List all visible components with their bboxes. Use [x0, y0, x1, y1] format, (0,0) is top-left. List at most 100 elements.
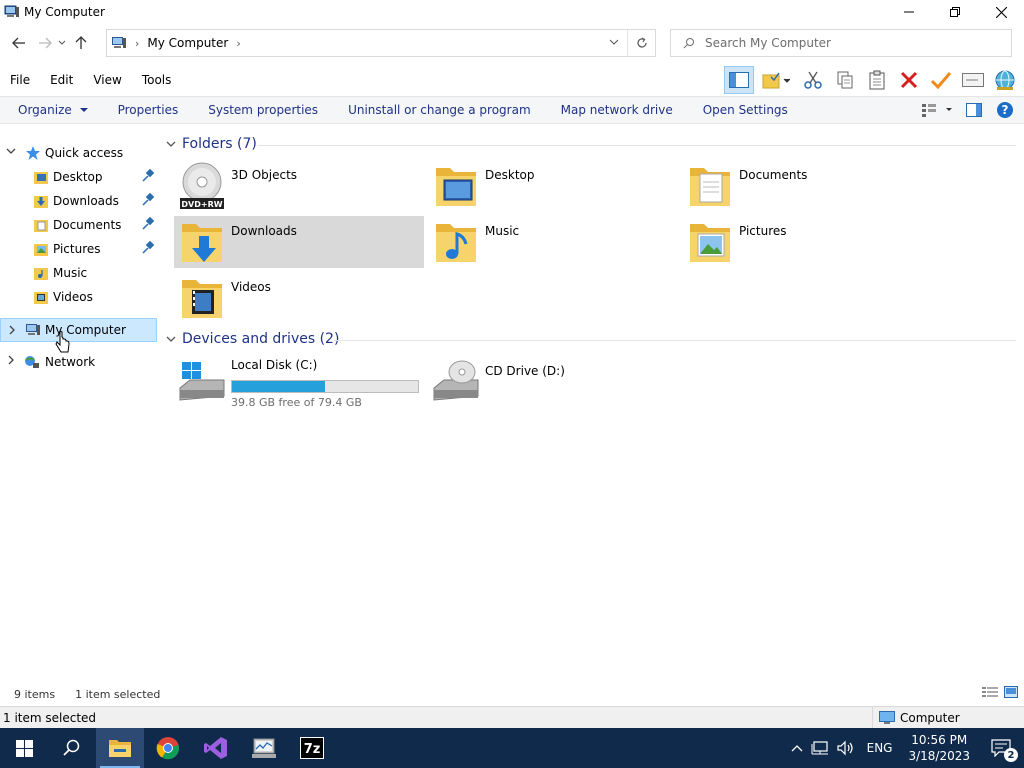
clock[interactable]: 10:56 PM 3/18/2023	[900, 728, 978, 768]
breadcrumb-separator-icon[interactable]: ›	[236, 37, 240, 50]
search-box[interactable]: Search My Computer	[670, 29, 1012, 57]
preview-pane-icon	[966, 103, 982, 117]
properties-button[interactable]: Properties	[103, 103, 194, 117]
taskbar: 7z ENG 10:56 PM 3/18/2023 2	[0, 728, 1024, 768]
folder-3d-objects[interactable]: DVD+RW 3D Objects	[174, 160, 424, 212]
file-explorer-taskbar-button[interactable]	[96, 728, 144, 768]
large-icons-view-button[interactable]	[1004, 686, 1018, 701]
nav-item-music[interactable]: Music	[0, 261, 157, 285]
nav-item-documents[interactable]: Documents	[0, 213, 157, 237]
delete-button[interactable]	[894, 66, 924, 94]
apply-button[interactable]	[926, 66, 956, 94]
details-view-button[interactable]	[982, 686, 998, 701]
visual-studio-taskbar-button[interactable]	[192, 728, 240, 768]
change-view-button[interactable]	[922, 103, 952, 120]
system-properties-button[interactable]: System properties	[193, 103, 333, 117]
copy-button[interactable]	[830, 66, 860, 94]
action-center-button[interactable]: 2	[978, 728, 1024, 768]
chrome-taskbar-button[interactable]	[144, 728, 192, 768]
navigation-pane-toggle[interactable]	[724, 66, 754, 94]
folder-label: 3D Objects	[231, 168, 298, 182]
notification-count-badge: 2	[1004, 748, 1018, 762]
folder-music[interactable]: Music	[428, 216, 678, 268]
input-language-button[interactable]: ENG	[859, 728, 901, 768]
devices-group-header[interactable]: Devices and drives (2)	[166, 328, 339, 350]
chevron-right-icon[interactable]	[7, 325, 17, 335]
window-title: My Computer	[24, 5, 105, 19]
nav-my-computer[interactable]: My Computer	[0, 318, 157, 342]
music-folder-icon	[34, 268, 48, 280]
nav-item-label: Downloads	[53, 194, 119, 208]
uninstall-program-button[interactable]: Uninstall or change a program	[333, 103, 546, 117]
address-bar[interactable]: › My Computer ›	[106, 29, 656, 57]
nav-network[interactable]: Network	[0, 350, 157, 374]
drive-local-disk-c[interactable]: Local Disk (C:) 39.8 GB free of 79.4 GB	[174, 354, 424, 409]
breadcrumb[interactable]: My Computer	[147, 36, 228, 50]
address-dropdown-icon[interactable]	[609, 36, 619, 50]
back-arrow-icon	[12, 37, 25, 49]
menu-edit[interactable]: Edit	[40, 73, 83, 87]
cut-button[interactable]	[798, 66, 828, 94]
help-button[interactable]: ?	[996, 101, 1014, 122]
folder-downloads[interactable]: Downloads	[174, 216, 424, 268]
hard-drive-icon	[179, 362, 225, 401]
minimize-button[interactable]	[886, 0, 932, 24]
menu-bar: File Edit View Tools	[0, 66, 1024, 94]
downloads-folder-icon	[34, 196, 48, 208]
drive-cd-d[interactable]: CD Drive (D:)	[428, 354, 678, 408]
folders-group-header[interactable]: Folders (7)	[166, 133, 257, 155]
organize-button[interactable]: Organize	[0, 103, 103, 117]
forward-button[interactable]	[34, 32, 56, 54]
status-selection-text: 1 item selected	[3, 710, 97, 725]
up-arrow-icon	[75, 36, 87, 49]
folder-desktop[interactable]: Desktop	[428, 160, 678, 212]
nav-item-videos[interactable]: Videos	[0, 285, 157, 309]
nav-item-pictures[interactable]: Pictures	[0, 237, 157, 261]
help-icon: ?	[997, 102, 1013, 118]
menu-tools[interactable]: Tools	[132, 73, 182, 87]
menu-view[interactable]: View	[83, 73, 131, 87]
show-hidden-icons-button[interactable]	[787, 728, 807, 768]
nav-quick-access[interactable]: Quick access	[0, 141, 157, 165]
select-folder-button[interactable]	[756, 66, 796, 94]
checkmark-icon	[931, 72, 951, 89]
folder-pictures[interactable]: Pictures	[682, 216, 932, 268]
view-options-icon	[922, 104, 952, 117]
performance-monitor-taskbar-button[interactable]	[240, 728, 288, 768]
map-network-drive-button[interactable]: Map network drive	[546, 103, 688, 117]
up-button[interactable]	[70, 32, 92, 54]
chrome-icon	[156, 737, 180, 760]
start-button[interactable]	[0, 728, 48, 768]
svg-text:DVD+RW: DVD+RW	[181, 200, 222, 209]
recent-locations-button[interactable]	[56, 32, 68, 54]
nav-item-label: Music	[53, 266, 88, 280]
web-button[interactable]	[990, 66, 1020, 94]
volume-tray-button[interactable]	[833, 728, 859, 768]
disk-usage-fill	[232, 381, 325, 392]
status-bar: 9 items 1 item selected	[0, 684, 1024, 704]
folder-videos[interactable]: Videos	[174, 272, 424, 324]
nav-item-label: Videos	[53, 290, 93, 304]
restore-button[interactable]	[932, 0, 978, 24]
refresh-button[interactable]	[627, 30, 655, 56]
menu-file[interactable]: File	[0, 73, 40, 87]
nav-item-downloads[interactable]: Downloads	[0, 189, 157, 213]
back-button[interactable]	[8, 32, 30, 54]
paste-button[interactable]	[862, 66, 892, 94]
search-taskbar-button[interactable]	[48, 728, 96, 768]
folder-documents[interactable]: Documents	[682, 160, 932, 212]
chevron-down-icon[interactable]	[6, 146, 16, 156]
close-button[interactable]	[978, 0, 1024, 24]
chevron-right-icon[interactable]	[6, 355, 16, 365]
content-pane: Folders (7) DVD+RW 3D Objects Desktop Do…	[162, 128, 1022, 678]
preview-pane-button[interactable]	[966, 103, 982, 120]
forward-arrow-icon	[39, 37, 52, 49]
network-tray-button[interactable]	[807, 728, 833, 768]
clipboard-icon	[869, 70, 885, 90]
nav-item-desktop[interactable]: Desktop	[0, 165, 157, 189]
seven-zip-taskbar-button[interactable]: 7z	[288, 728, 336, 768]
open-settings-button[interactable]: Open Settings	[688, 103, 803, 117]
system-tray: ENG 10:56 PM 3/18/2023 2	[787, 728, 1024, 768]
svg-text:?: ?	[1002, 103, 1009, 117]
rename-button[interactable]	[958, 66, 988, 94]
